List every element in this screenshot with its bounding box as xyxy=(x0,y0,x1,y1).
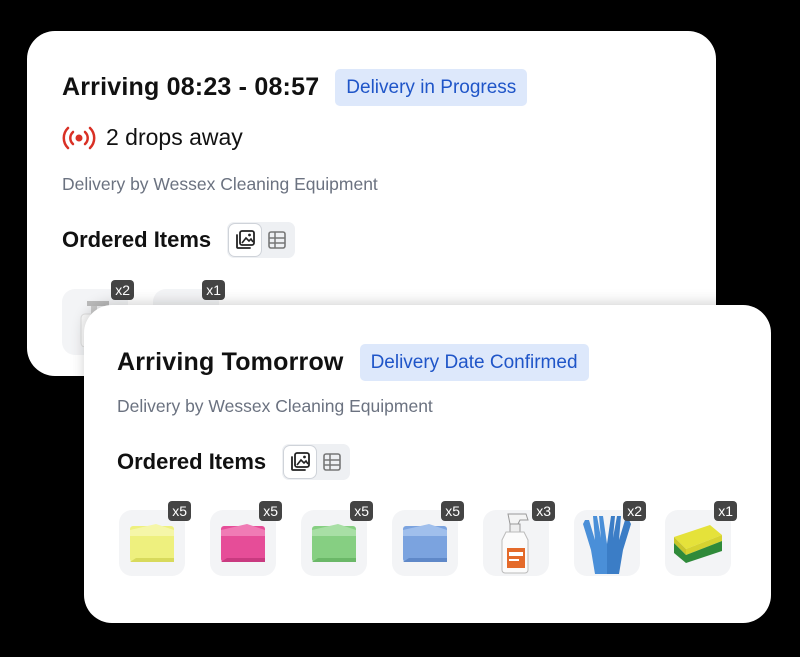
status-badge: Delivery Date Confirmed xyxy=(359,344,589,381)
pink-cloth-icon xyxy=(221,524,265,562)
blue-cloth-icon xyxy=(403,524,447,562)
view-toggle xyxy=(227,222,296,258)
status-badge: Delivery in Progress xyxy=(335,69,528,106)
ordered-items-title: Ordered Items xyxy=(117,449,267,474)
spray-bottle-icon xyxy=(501,513,529,574)
table-view-button[interactable] xyxy=(316,446,348,478)
quantity-badge: x2 xyxy=(623,501,646,521)
ordered-items-header: Ordered Items xyxy=(62,222,296,258)
signal-icon xyxy=(62,126,96,149)
yellow-cloth-item[interactable]: x5 xyxy=(119,501,191,576)
pink-cloth-item[interactable]: x5 xyxy=(210,501,282,576)
ordered-items-list: x5 x5 x5 x5 x3 x2 x1 xyxy=(119,501,756,576)
gloves-item[interactable]: x2 xyxy=(574,501,646,576)
quantity-badge: x3 xyxy=(532,501,555,521)
quantity-badge: x1 xyxy=(202,280,225,300)
drops-away-text: 2 drops away xyxy=(106,124,243,150)
quantity-badge: x5 xyxy=(350,501,373,521)
title-row: Arriving 08:23 - 08:57 Delivery in Progr… xyxy=(62,69,528,106)
green-cloth-icon xyxy=(312,524,356,562)
drops-row: 2 drops away xyxy=(62,124,243,151)
gallery-view-button[interactable] xyxy=(284,446,317,478)
yellow-cloth-icon xyxy=(130,524,174,562)
green-cloth-item[interactable]: x5 xyxy=(301,501,373,576)
quantity-badge: x2 xyxy=(111,280,134,300)
ordered-items-header: Ordered Items xyxy=(117,444,351,480)
gallery-view-button[interactable] xyxy=(229,224,262,256)
gallery-icon xyxy=(236,230,256,249)
delivery-card-tomorrow: Arriving Tomorrow Delivery Date Confirme… xyxy=(84,305,771,623)
quantity-badge: x1 xyxy=(714,501,737,521)
arrival-title: Arriving Tomorrow xyxy=(117,348,344,376)
blue-cloth-item[interactable]: x5 xyxy=(392,501,464,576)
ordered-items-title: Ordered Items xyxy=(62,227,212,252)
table-icon xyxy=(323,453,341,471)
quantity-badge: x5 xyxy=(168,501,191,521)
sponge-icon xyxy=(674,525,722,563)
vendor-text: Delivery by Wessex Cleaning Equipment xyxy=(62,174,378,194)
vendor-text: Delivery by Wessex Cleaning Equipment xyxy=(117,396,433,416)
title-row: Arriving Tomorrow Delivery Date Confirme… xyxy=(117,344,589,381)
arrival-title: Arriving 08:23 - 08:57 xyxy=(62,73,320,101)
table-icon xyxy=(268,231,286,249)
spray-bottle-item[interactable]: x3 xyxy=(483,501,555,576)
gallery-icon xyxy=(291,452,311,471)
quantity-badge: x5 xyxy=(259,501,282,521)
sponge-item[interactable]: x1 xyxy=(665,501,737,576)
view-toggle xyxy=(282,444,351,480)
table-view-button[interactable] xyxy=(261,224,293,256)
quantity-badge: x5 xyxy=(441,501,464,521)
